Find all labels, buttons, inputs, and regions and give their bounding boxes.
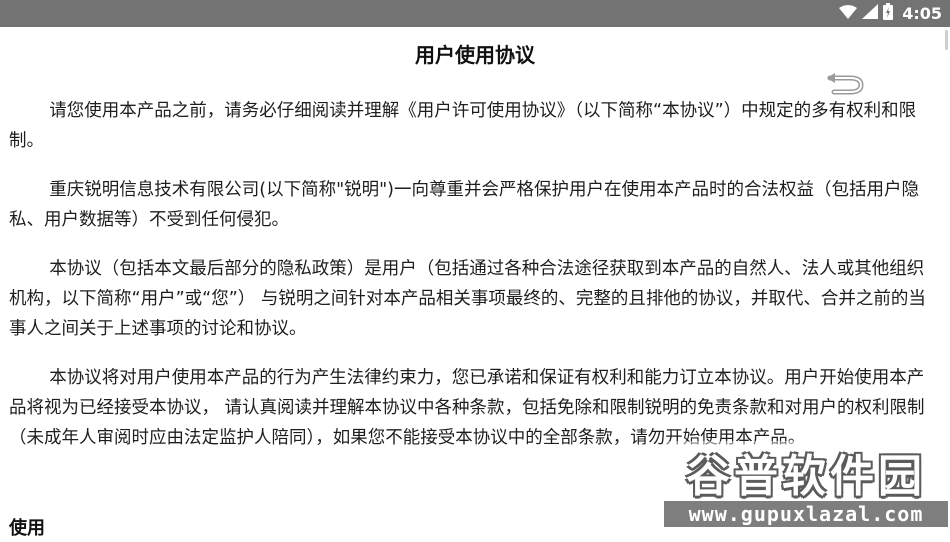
section-heading-usage: 使用 <box>9 518 45 539</box>
status-time: 4:05 <box>902 4 942 23</box>
watermark-title: 谷普软件园 <box>686 451 926 502</box>
status-icons: 4:05 <box>839 0 942 27</box>
agreement-content: 请您使用本产品之前，请务必仔细阅读并理解《用户许可使用协议》（以下简称“本协议”… <box>9 96 937 472</box>
agreement-paragraph-2: 重庆锐明信息技术有限公司(以下简称"锐明")一向尊重并会严格保护用户在使用本产品… <box>9 180 919 230</box>
battery-icon <box>883 3 894 24</box>
page-title: 用户使用协议 <box>415 43 535 67</box>
cellular-signal-icon <box>862 4 879 23</box>
back-arrow-icon[interactable] <box>824 73 866 95</box>
status-bar: 4:05 <box>0 0 950 27</box>
watermark-logo: 谷普软件园 www.gupuxlazal.com <box>664 441 948 529</box>
wifi-icon <box>839 4 858 23</box>
agreement-paragraph-3: 本协议（包括本文最后部分的隐私政策）是用户（包括通过各种合法途径获取到本产品的自… <box>9 259 926 339</box>
agreement-paragraph-1: 请您使用本产品之前，请务必仔细阅读并理解《用户许可使用协议》（以下简称“本协议”… <box>9 101 917 151</box>
watermark-url: www.gupuxlazal.com <box>664 501 948 527</box>
agreement-paragraph-4: 本协议将对用户使用本产品的行为产生法律约束力，您已承诺和保证有权利和能力订立本协… <box>9 368 925 448</box>
